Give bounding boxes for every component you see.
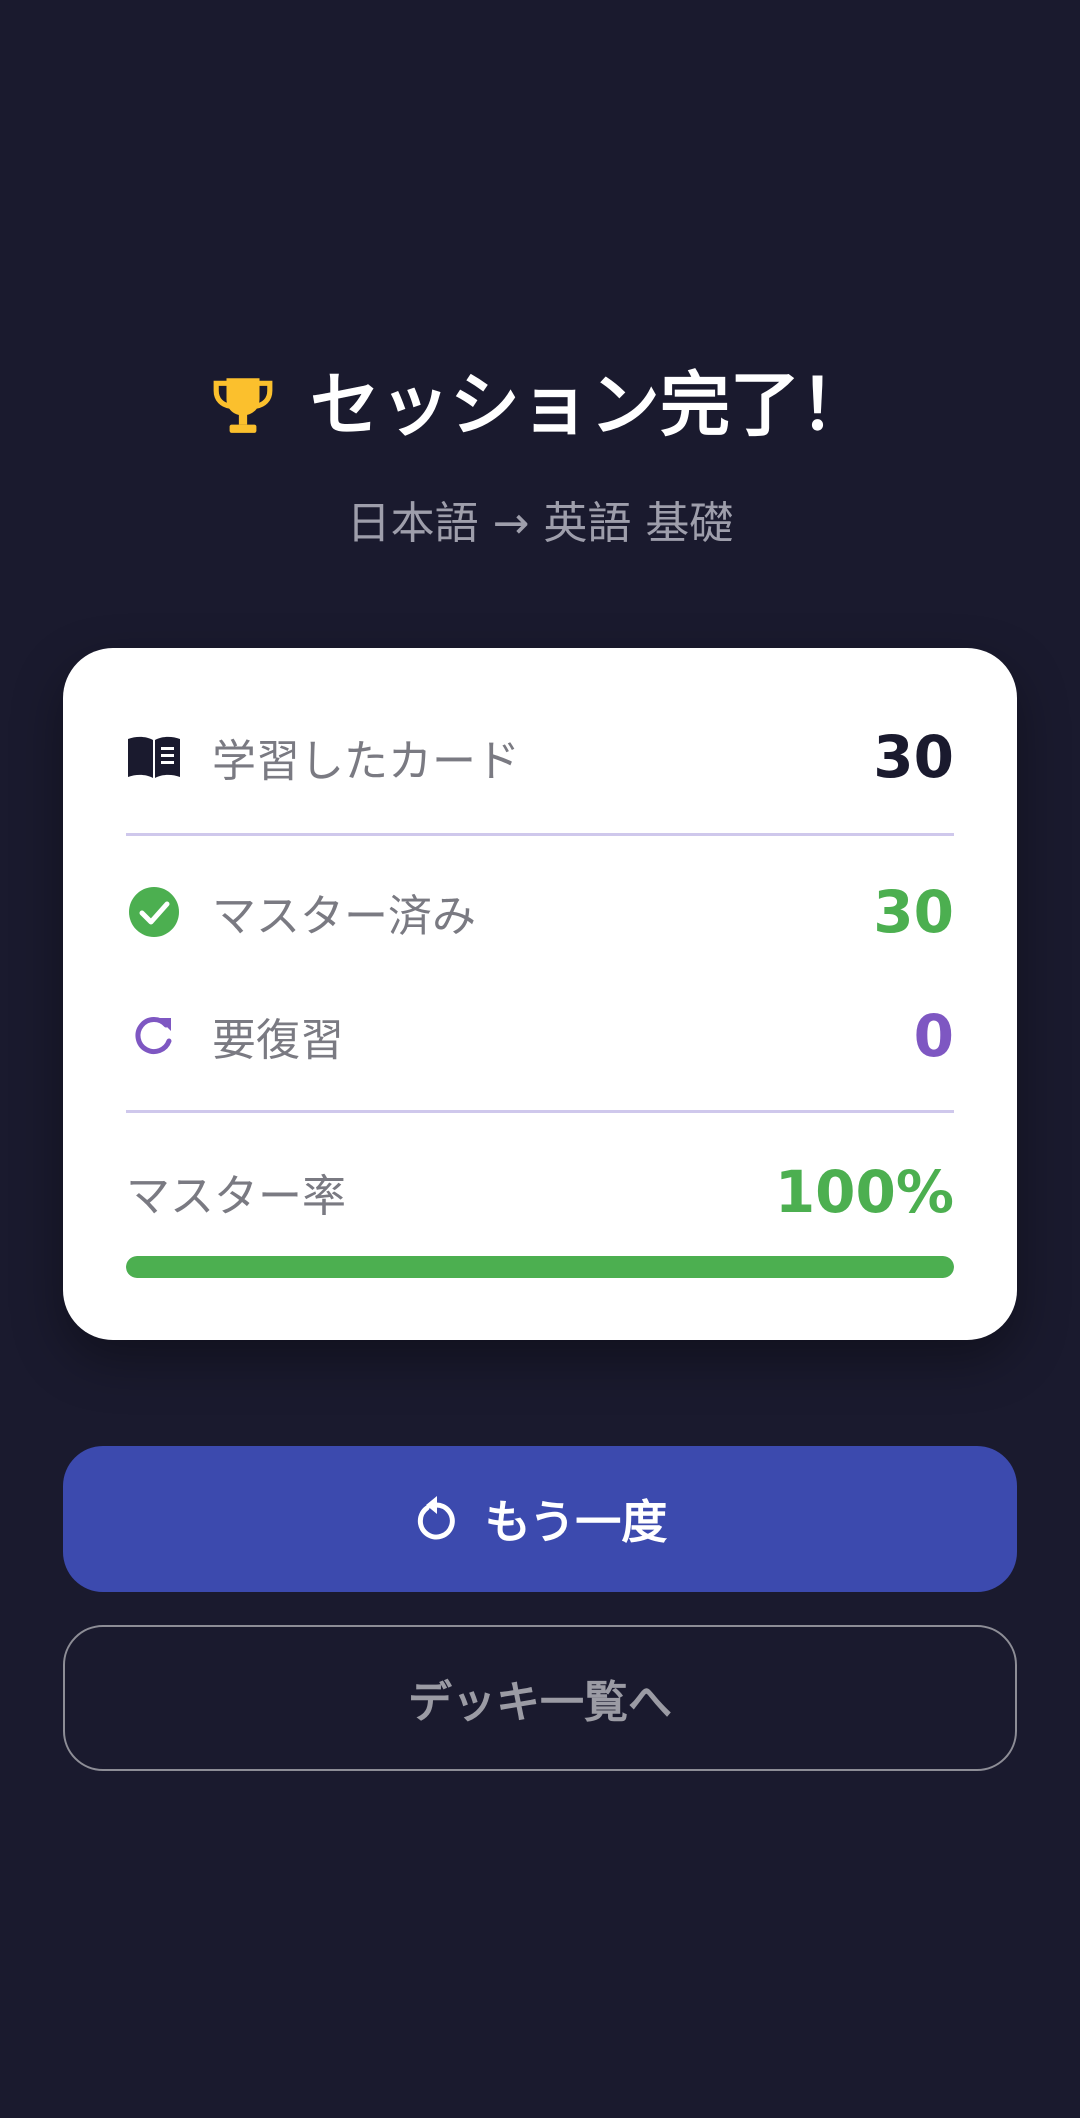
mastery-progress-fill	[126, 1256, 954, 1278]
deck-list-button-label: デッキ一覧へ	[408, 1677, 672, 1728]
session-summary-card: 学習したカード 30 マスター済み 30 要復習 0 マスター率 100%	[63, 648, 1017, 1340]
stat-value-studied: 30	[873, 723, 954, 791]
stat-row-review: 要復習 0	[126, 991, 954, 1081]
mastery-progress-bar	[126, 1256, 954, 1278]
stat-value-review: 0	[913, 1002, 954, 1070]
trophy-icon	[213, 378, 273, 433]
retry-button[interactable]: もう一度	[63, 1446, 1017, 1592]
stat-label-mastered: マスター済み	[212, 891, 476, 942]
refresh-icon	[135, 1017, 172, 1055]
divider	[126, 1110, 954, 1113]
retry-button-label: もう一度	[484, 1495, 668, 1549]
stat-label-mastery-rate: マスター率	[126, 1171, 346, 1222]
stat-value-mastery-rate: 100%	[774, 1158, 954, 1226]
stat-label-review: 要復習	[212, 1015, 344, 1066]
session-header: セッション完了！	[0, 360, 1080, 450]
page-title: セッション完了！	[310, 364, 870, 446]
deck-subtitle: 日本語 → 英語 基礎	[346, 498, 734, 549]
stat-label-studied: 学習したカード	[212, 736, 520, 787]
stat-row-mastered: マスター済み 30	[126, 867, 954, 957]
stat-row-mastery-rate: マスター率 100%	[126, 1147, 954, 1237]
stat-row-studied: 学習したカード 30	[126, 712, 954, 802]
check-circle-icon	[129, 887, 179, 937]
replay-icon	[417, 1496, 455, 1540]
divider	[126, 833, 954, 836]
deck-list-button[interactable]: デッキ一覧へ	[63, 1625, 1017, 1771]
stat-value-mastered: 30	[873, 878, 954, 946]
book-icon	[128, 736, 180, 778]
